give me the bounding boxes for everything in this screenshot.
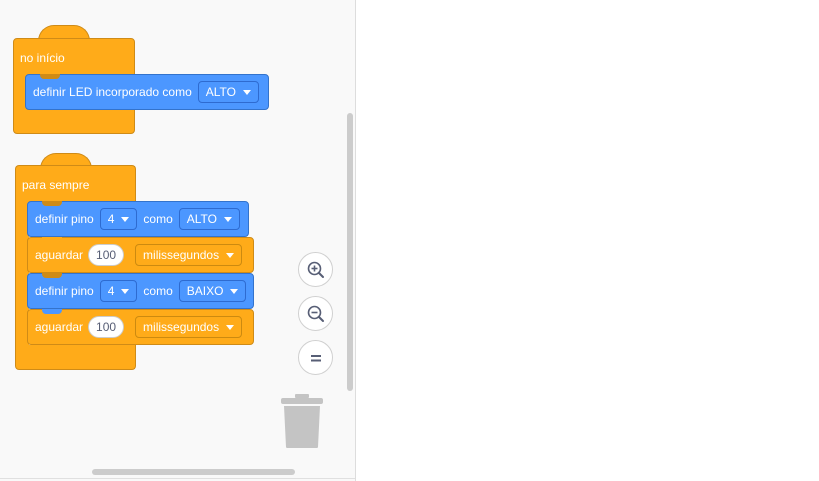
block-notch bbox=[42, 237, 62, 242]
wait-block[interactable]: aguardar 100 milissegundos bbox=[27, 309, 254, 345]
dropdown-value: milissegundos bbox=[143, 320, 220, 334]
pin-state-dropdown[interactable]: BAIXO bbox=[178, 280, 247, 302]
pin-dropdown[interactable]: 4 bbox=[99, 208, 138, 230]
block-label: definir pino bbox=[35, 212, 94, 226]
time-unit-dropdown[interactable]: milissegundos bbox=[135, 316, 243, 338]
duration-input[interactable]: 100 bbox=[88, 244, 125, 266]
pin-dropdown[interactable]: 4 bbox=[99, 280, 138, 302]
zoom-reset-icon bbox=[310, 354, 321, 361]
block-label: aguardar bbox=[35, 320, 84, 334]
hat-label: para sempre bbox=[22, 178, 90, 192]
chevron-down-icon bbox=[242, 89, 251, 95]
led-state-dropdown[interactable]: ALTO bbox=[197, 81, 259, 103]
forever-block[interactable]: para sempre bbox=[15, 165, 136, 202]
set-pin-block[interactable]: definir pino 4 como BAIXO bbox=[27, 273, 254, 309]
block-label: aguardar bbox=[35, 248, 84, 262]
block-notch bbox=[42, 309, 62, 314]
chevron-down-icon bbox=[223, 216, 232, 222]
block-notch bbox=[42, 201, 62, 206]
block-label: definir pino bbox=[35, 284, 94, 298]
chevron-down-icon bbox=[121, 288, 130, 294]
trash-icon[interactable] bbox=[280, 393, 324, 449]
chevron-down-icon bbox=[226, 252, 235, 258]
zoom-out-button[interactable] bbox=[298, 296, 333, 331]
block-label: definir LED incorporado como bbox=[33, 85, 192, 99]
code-workspace[interactable]: no início definir LED incorporado como A… bbox=[0, 0, 356, 481]
zoom-in-button[interactable] bbox=[298, 252, 333, 287]
hat-label: no início bbox=[20, 51, 65, 65]
dropdown-value: ALTO bbox=[186, 212, 217, 226]
chevron-down-icon bbox=[121, 216, 130, 222]
block-label: como bbox=[143, 284, 173, 298]
dropdown-value: milissegundos bbox=[143, 248, 220, 262]
block-label: como bbox=[143, 212, 173, 226]
wait-block[interactable]: aguardar 100 milissegundos bbox=[27, 237, 254, 273]
zoom-out-icon bbox=[307, 305, 324, 322]
set-builtin-led-block[interactable]: definir LED incorporado como ALTO bbox=[25, 74, 269, 110]
forever-block-bottom bbox=[15, 345, 136, 370]
pin-state-dropdown[interactable]: ALTO bbox=[178, 208, 240, 230]
dropdown-value: 4 bbox=[107, 284, 115, 298]
chevron-down-icon bbox=[226, 324, 235, 330]
chevron-down-icon bbox=[230, 288, 239, 294]
vertical-scrollbar[interactable] bbox=[347, 113, 353, 391]
block-notch bbox=[40, 74, 60, 79]
duration-input[interactable]: 100 bbox=[88, 316, 125, 338]
dropdown-value: 4 bbox=[107, 212, 115, 226]
time-unit-dropdown[interactable]: milissegundos bbox=[135, 244, 243, 266]
set-pin-block[interactable]: definir pino 4 como ALTO bbox=[27, 201, 249, 237]
block-notch bbox=[42, 273, 62, 278]
dropdown-value: ALTO bbox=[205, 85, 236, 99]
dropdown-value: BAIXO bbox=[186, 284, 224, 298]
zoom-in-icon bbox=[307, 261, 324, 278]
divider bbox=[0, 478, 355, 479]
horizontal-scrollbar[interactable] bbox=[92, 469, 295, 475]
zoom-reset-button[interactable] bbox=[298, 340, 333, 375]
